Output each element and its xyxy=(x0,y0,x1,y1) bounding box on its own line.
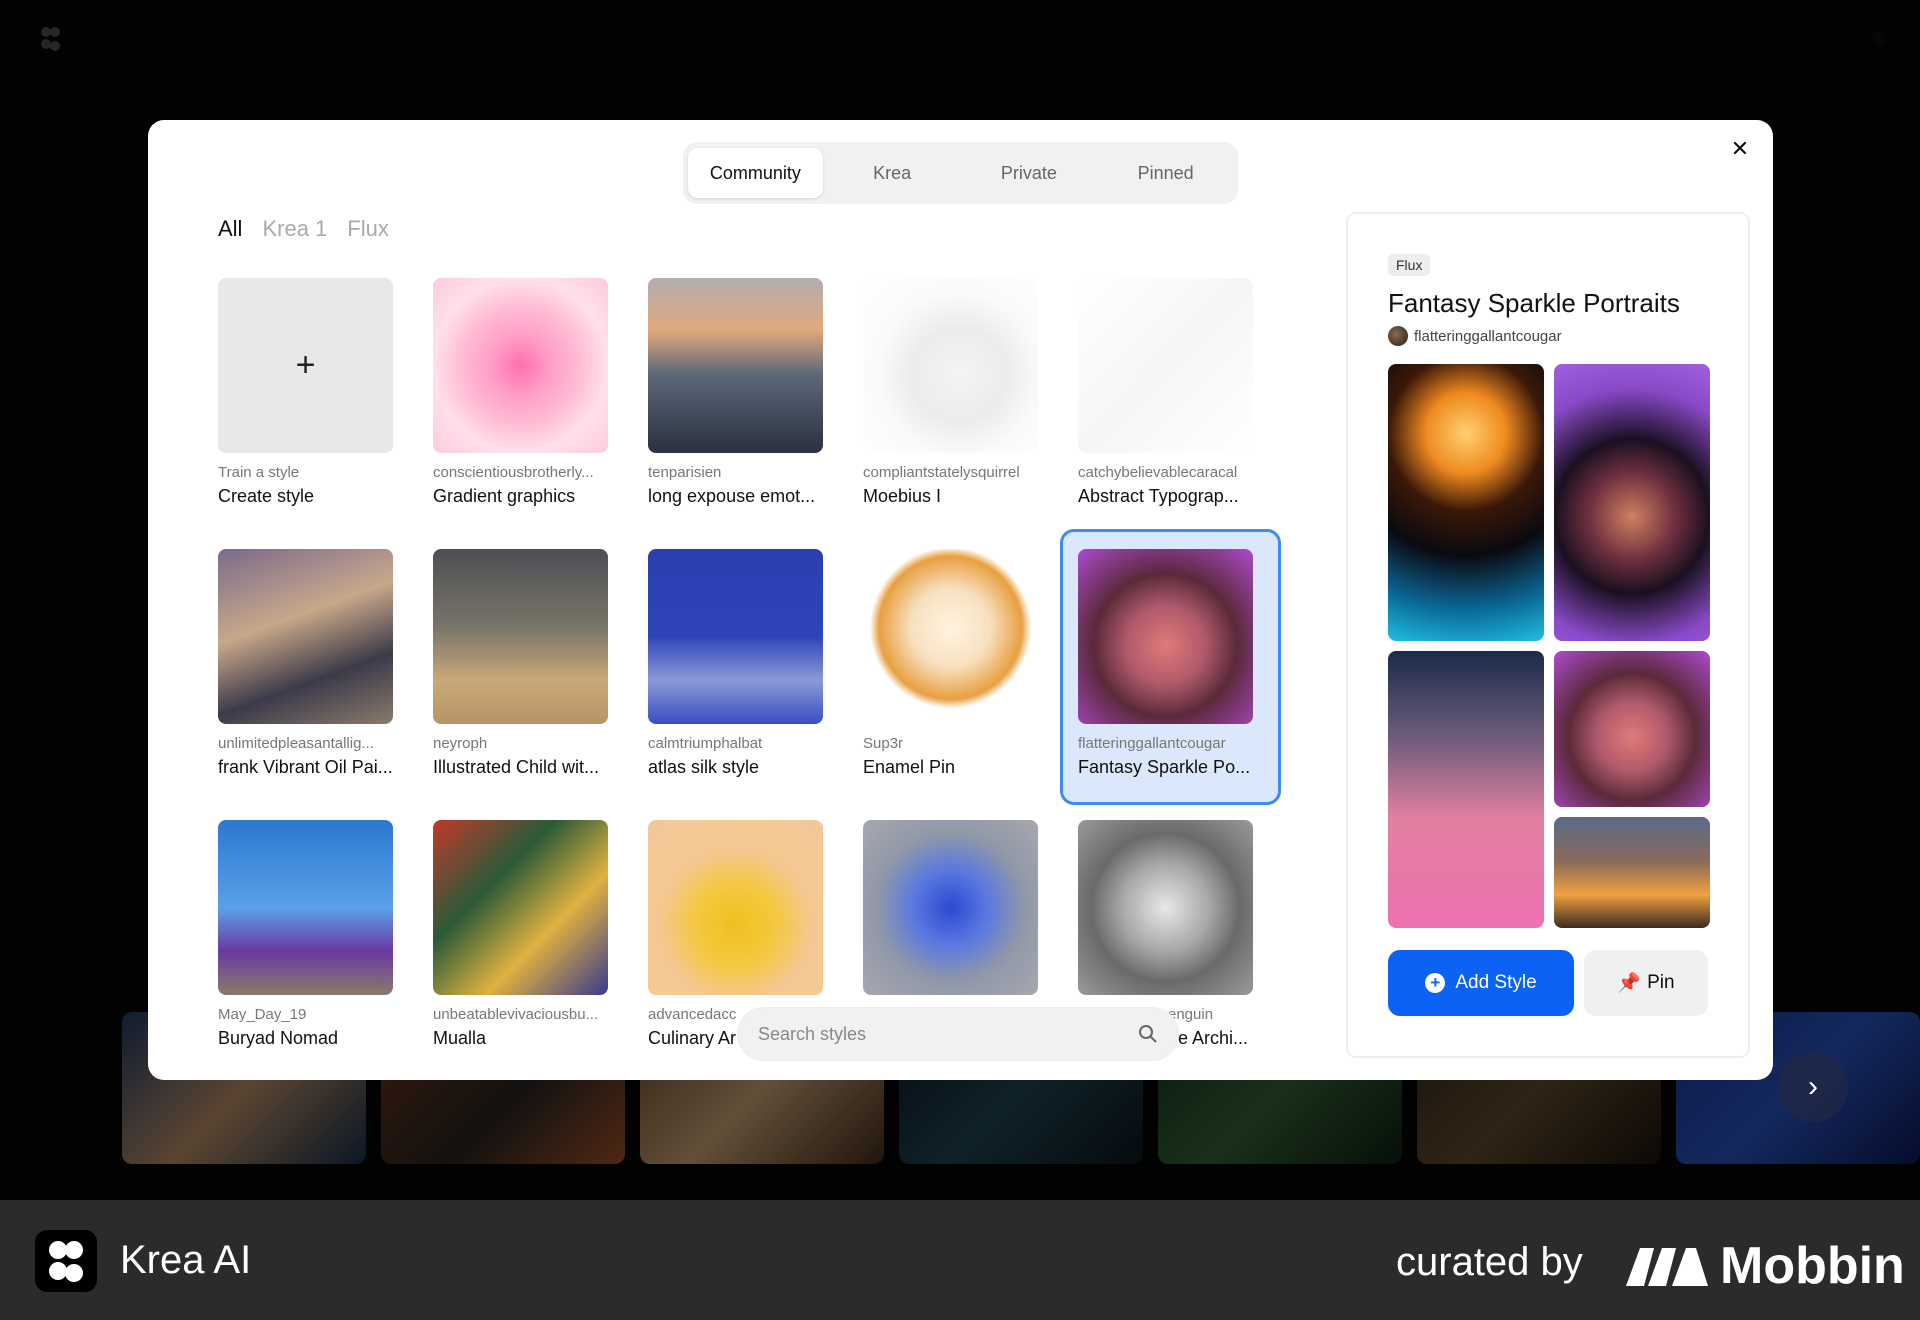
app-background: › ✕ Community Krea Private Pinned All Kr… xyxy=(0,0,1920,1200)
style-thumbnail xyxy=(648,820,823,995)
preview-image[interactable] xyxy=(1554,364,1710,641)
style-thumbnail xyxy=(863,820,1038,995)
search-input[interactable] xyxy=(758,1023,1138,1045)
style-thumbnail xyxy=(1078,820,1253,995)
card-title: Abstract Typograp... xyxy=(1078,486,1239,506)
card-user: compliantstatelysquirrel xyxy=(863,464,1020,481)
style-thumbnail xyxy=(1078,278,1253,453)
preview-image[interactable] xyxy=(1554,817,1710,928)
style-card[interactable]: calmtriumphalbat atlas silk style xyxy=(648,549,848,789)
filter-all[interactable]: All xyxy=(218,216,242,242)
style-card[interactable]: conscientiousbrotherly... Gradient graph… xyxy=(433,278,633,518)
style-card[interactable]: May_Day_19 Buryad Nomad xyxy=(218,820,418,1060)
carousel-next-button[interactable]: › xyxy=(1778,1052,1848,1122)
style-card[interactable]: compliantstatelysquirrel Moebius I xyxy=(863,278,1063,518)
krea-app-icon xyxy=(35,1230,97,1292)
footer-brand-text: Mobbin xyxy=(1720,1237,1905,1295)
style-thumbnail xyxy=(1078,549,1253,724)
style-card[interactable]: tenparisien long expouse emot... xyxy=(648,278,848,518)
detail-title: Fantasy Sparkle Portraits xyxy=(1388,288,1680,318)
card-title: Enamel Pin xyxy=(863,757,956,777)
style-thumbnail xyxy=(863,549,1038,724)
tab-community[interactable]: Community xyxy=(688,148,823,198)
search-bar xyxy=(738,1008,1178,1060)
card-user: calmtriumphalbat xyxy=(648,735,763,752)
model-badge: Flux xyxy=(1388,254,1431,276)
author-name: flatteringgallantcougar xyxy=(1414,327,1562,345)
pin-icon: 📌 xyxy=(1617,973,1642,994)
add-style-label: Add Style xyxy=(1455,972,1537,993)
search-icon[interactable] xyxy=(1138,1024,1158,1044)
close-button[interactable]: ✕ xyxy=(1725,134,1755,164)
card-title: Moebius I xyxy=(863,486,942,506)
mobbin-brand: Mobbin xyxy=(1626,1236,1905,1296)
style-card-selected[interactable]: flatteringgallantcougar Fantasy Sparkle … xyxy=(1060,529,1281,805)
card-title: frank Vibrant Oil Pai... xyxy=(218,757,393,777)
card-title: Create style xyxy=(218,486,315,506)
tab-krea[interactable]: Krea xyxy=(825,148,960,198)
pin-button[interactable]: 📌 Pin xyxy=(1584,950,1708,1016)
card-user: catchybelievablecaracal xyxy=(1078,464,1238,481)
plus-circle-icon: + xyxy=(1425,973,1446,993)
style-thumbnail xyxy=(863,278,1038,453)
card-user: neyroph xyxy=(433,735,488,752)
add-style-button[interactable]: + Add Style xyxy=(1388,950,1574,1016)
footer-curated-by: curated by xyxy=(1396,1240,1583,1284)
mobbin-logo-icon xyxy=(1626,1248,1708,1286)
plus-icon: + xyxy=(218,278,393,453)
style-thumbnail xyxy=(218,549,393,724)
card-user: unlimitedpleasantallig... xyxy=(218,735,374,752)
preview-image[interactable] xyxy=(1388,651,1544,928)
create-style-card[interactable]: + Train a style Create style xyxy=(218,278,418,518)
card-title: Buryad Nomad xyxy=(218,1028,339,1048)
card-title: Fantasy Sparkle Po... xyxy=(1078,757,1251,777)
card-user: Sup3r xyxy=(863,735,904,752)
card-user: tenparisien xyxy=(648,464,722,481)
pin-label: Pin xyxy=(1647,972,1675,993)
tab-private[interactable]: Private xyxy=(962,148,1097,198)
style-thumbnail xyxy=(218,820,393,995)
card-title: Illustrated Child wit... xyxy=(433,757,600,777)
chevron-right-icon: › xyxy=(1808,1070,1818,1103)
style-picker-modal: ✕ Community Krea Private Pinned All Krea… xyxy=(148,120,1773,1080)
card-user: conscientiousbrotherly... xyxy=(433,464,594,481)
style-thumbnail xyxy=(648,278,823,453)
footer-bar: Krea AI curated by Mobbin xyxy=(0,1200,1920,1320)
style-detail-panel: Flux Fantasy Sparkle Portraits flatterin… xyxy=(1346,212,1750,1058)
card-title: atlas silk style xyxy=(648,757,760,777)
card-user: flatteringgallantcougar xyxy=(1078,735,1226,752)
card-title: Gradient graphics xyxy=(433,486,576,506)
preview-image[interactable] xyxy=(1388,364,1544,641)
style-card[interactable]: Sup3r Enamel Pin xyxy=(863,549,1063,789)
style-card[interactable]: catchybelievablecaracal Abstract Typogra… xyxy=(1078,278,1278,518)
style-thumbnail xyxy=(433,278,608,453)
detail-author[interactable]: flatteringgallantcougar xyxy=(1388,326,1562,346)
source-tabs: Community Krea Private Pinned xyxy=(683,142,1238,204)
card-title: long expouse emot... xyxy=(648,486,816,506)
card-user: unbeatablevivaciousbu... xyxy=(433,1006,599,1023)
style-thumbnail xyxy=(648,549,823,724)
style-card[interactable]: neyroph Illustrated Child wit... xyxy=(433,549,633,789)
card-title: Mualla xyxy=(433,1028,487,1048)
close-icon: ✕ xyxy=(1730,136,1750,161)
style-card[interactable]: unlimitedpleasantallig... frank Vibrant … xyxy=(218,549,418,789)
avatar xyxy=(1388,326,1408,346)
model-filters: All Krea 1 Flux xyxy=(218,216,389,242)
tab-pinned[interactable]: Pinned xyxy=(1098,148,1233,198)
preview-image[interactable] xyxy=(1554,651,1710,807)
style-card[interactable]: unbeatablevivaciousbu... Mualla xyxy=(433,820,633,1060)
style-thumbnail xyxy=(433,549,608,724)
card-user: Train a style xyxy=(218,464,300,481)
filter-flux[interactable]: Flux xyxy=(347,216,389,242)
footer-app-name: Krea AI xyxy=(120,1238,252,1282)
card-user: May_Day_19 xyxy=(218,1006,307,1023)
filter-krea-1[interactable]: Krea 1 xyxy=(262,216,327,242)
style-thumbnail xyxy=(433,820,608,995)
